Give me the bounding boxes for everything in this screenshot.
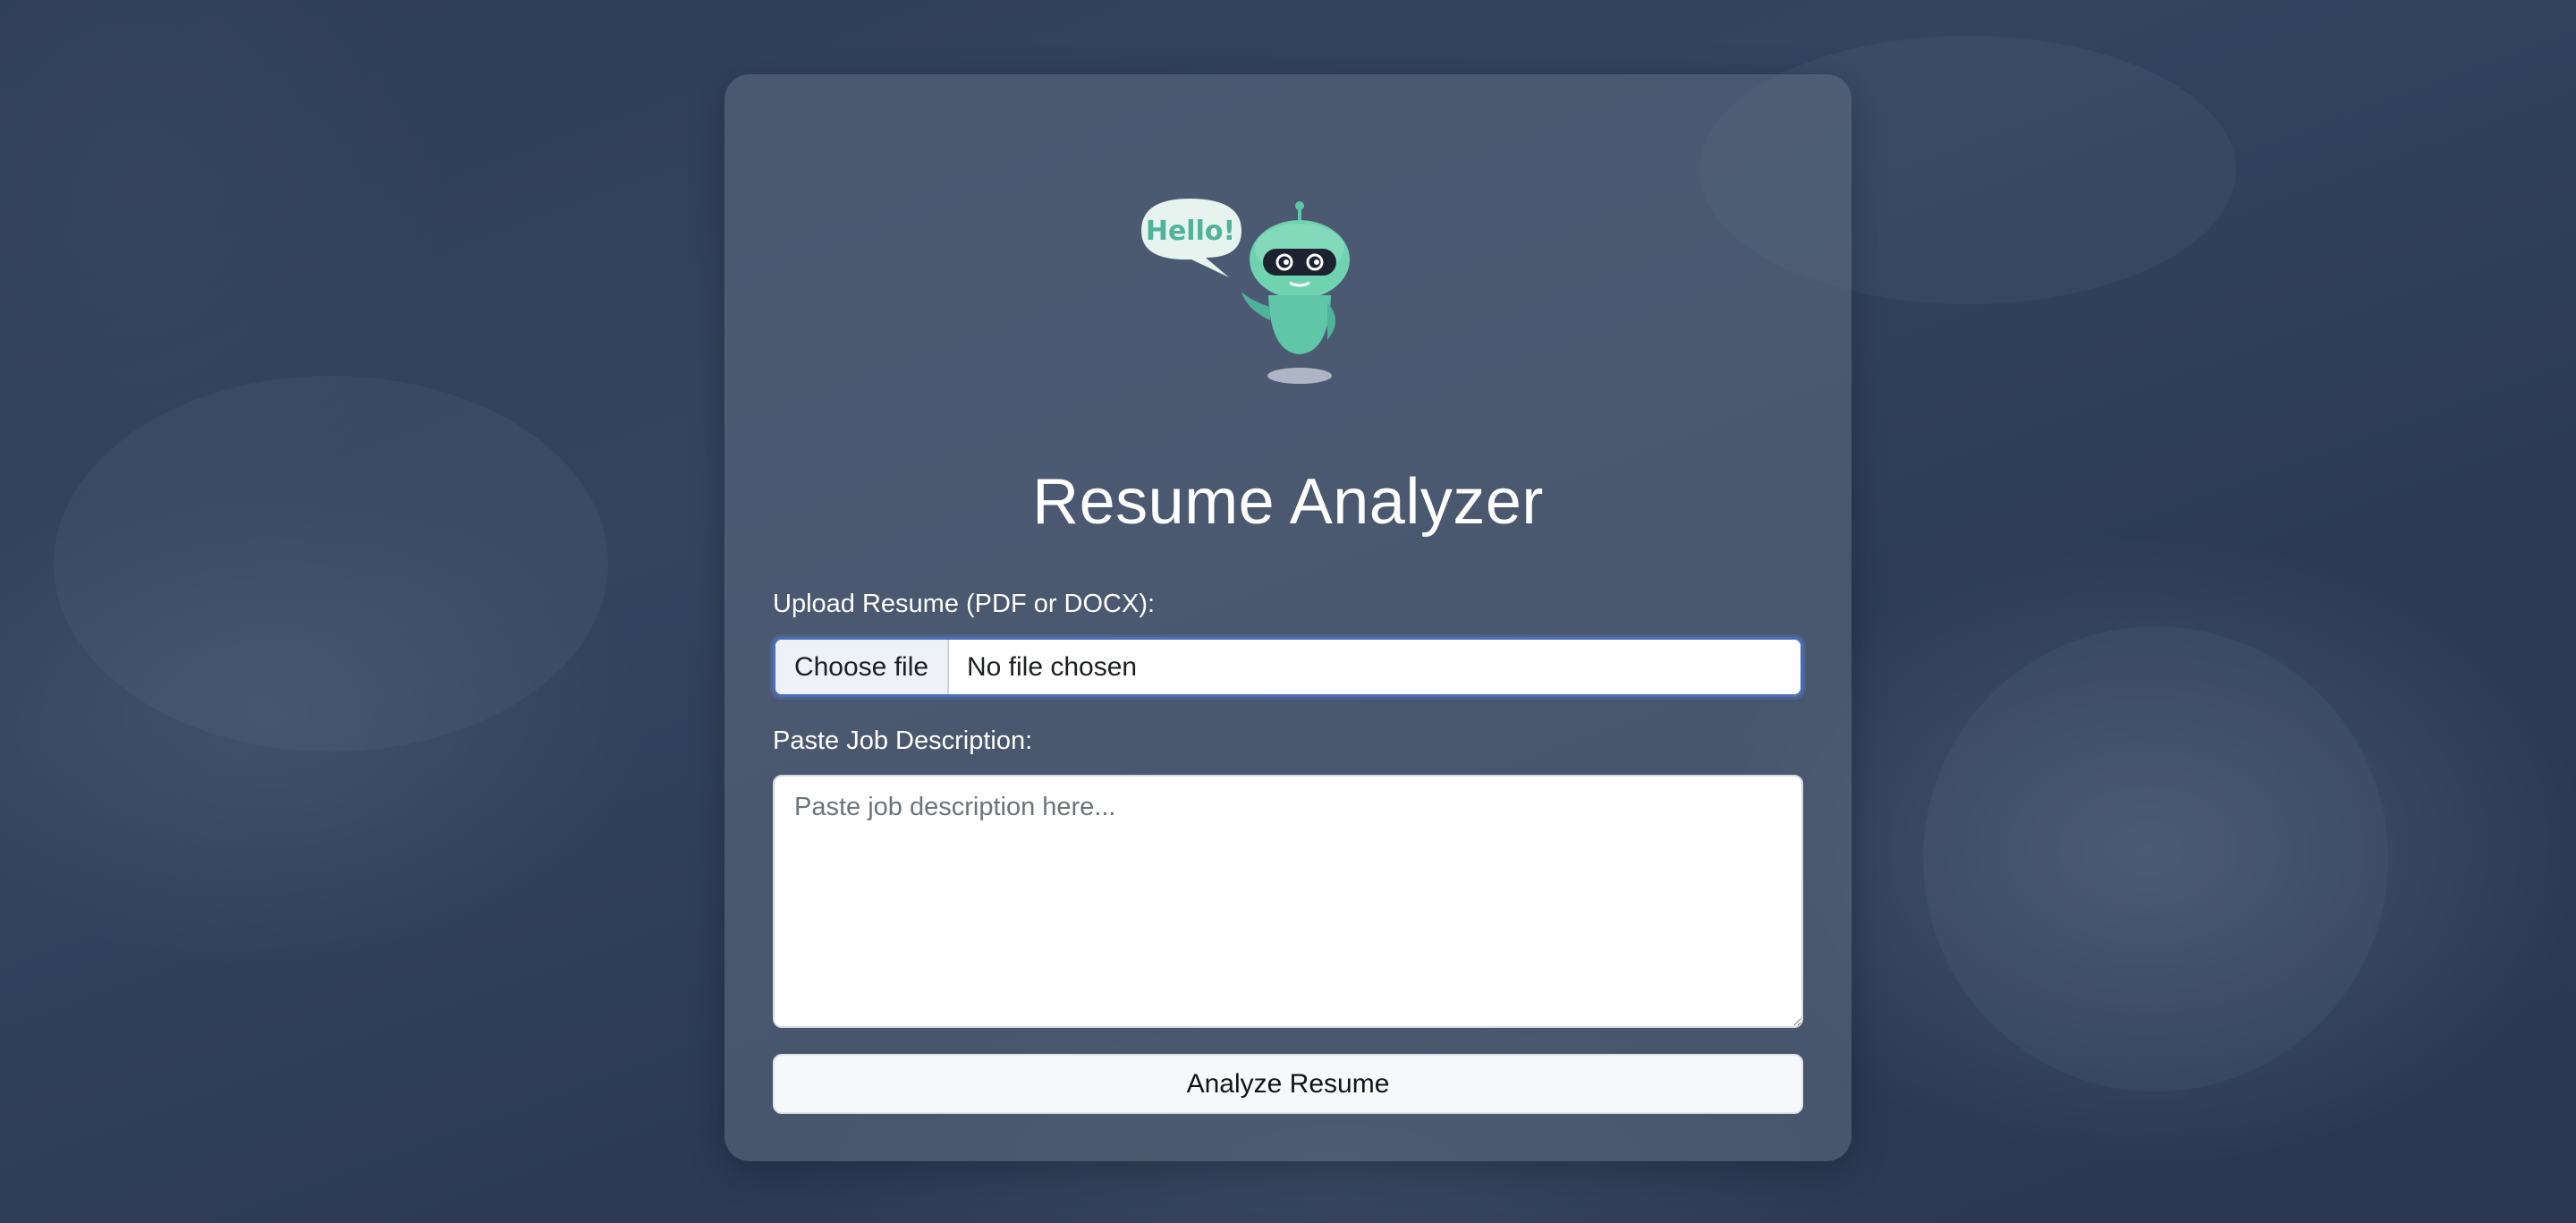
- hello-logo-text: Hello!: [1146, 216, 1235, 247]
- upload-resume-label: Upload Resume (PDF or DOCX):: [773, 590, 1156, 618]
- choose-file-button[interactable]: Choose file: [775, 640, 949, 694]
- background-blur-shape: [54, 376, 608, 752]
- page-title: Resume Analyzer: [1032, 466, 1544, 538]
- analyze-resume-button[interactable]: Analyze Resume: [773, 1054, 1803, 1114]
- file-status-text: No file chosen: [967, 651, 1138, 682]
- job-description-textarea[interactable]: [773, 775, 1803, 1028]
- job-description-label: Paste Job Description:: [773, 726, 1033, 755]
- resume-file-input[interactable]: Choose file No file chosen: [773, 637, 1803, 697]
- robot-hello-icon: Hello!: [1141, 199, 1350, 384]
- background-blur-shape: [1923, 626, 2388, 1091]
